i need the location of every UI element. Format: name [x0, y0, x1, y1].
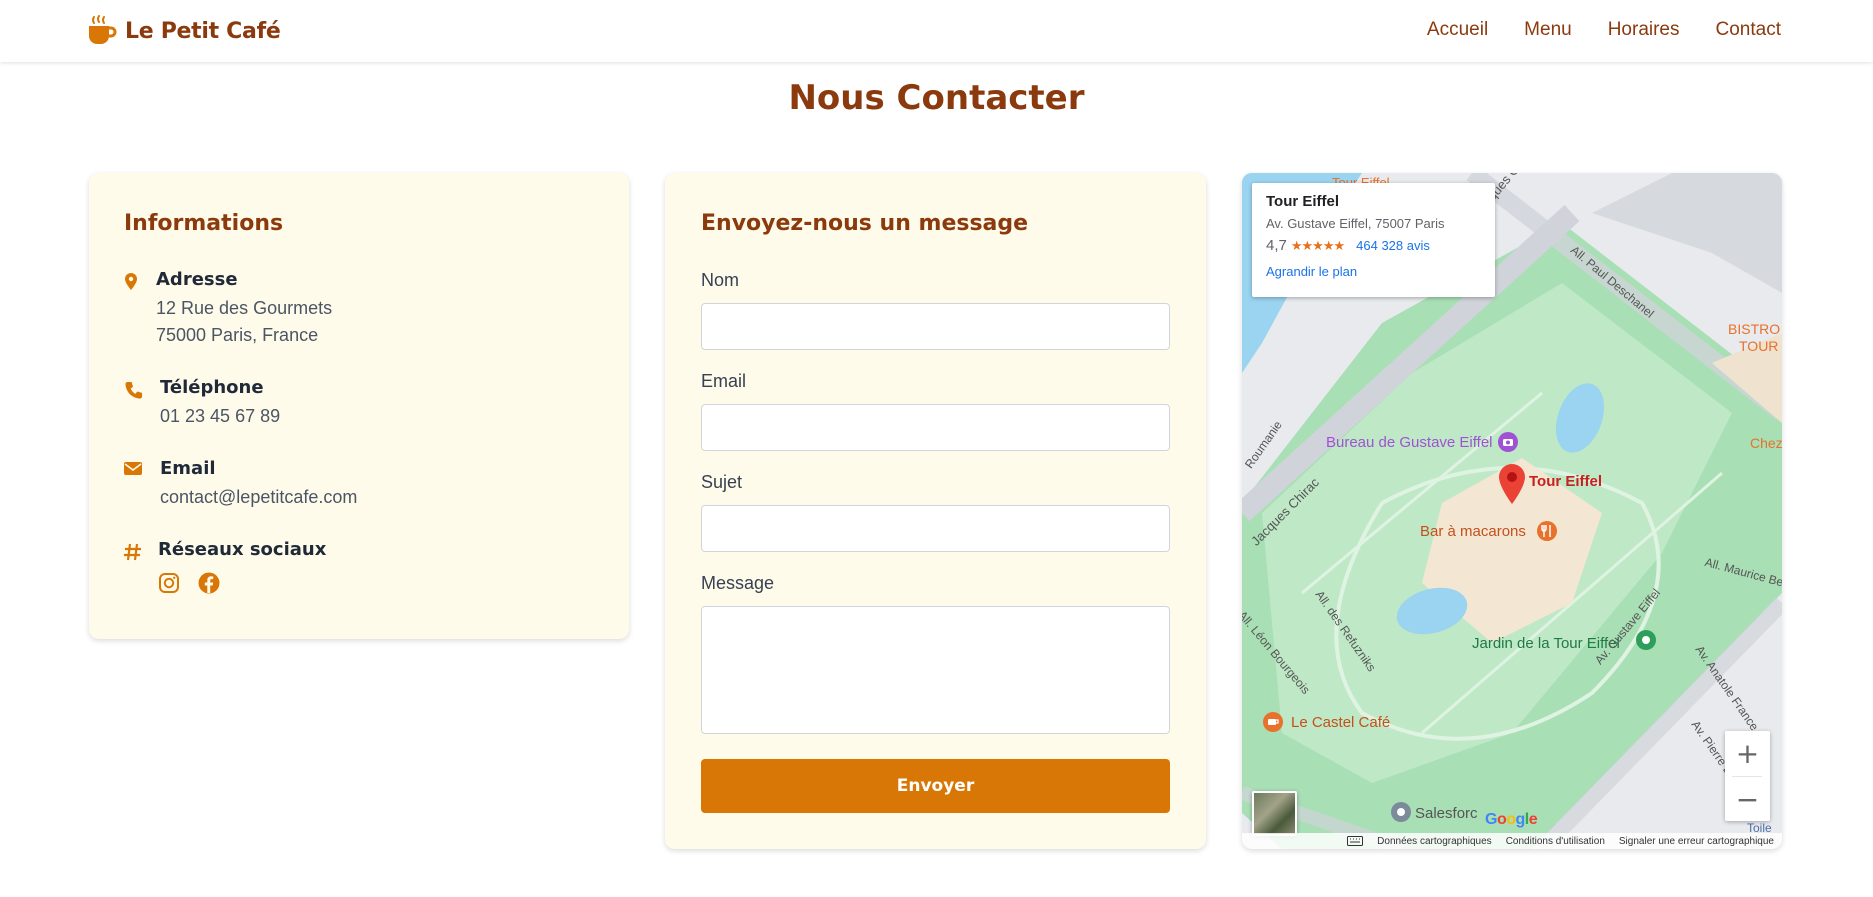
social-body: Réseaux sociaux	[158, 539, 326, 594]
social-links	[158, 572, 326, 594]
tour-eiffel-marker-icon[interactable]	[1497, 463, 1527, 505]
phone-label: Téléphone	[160, 377, 264, 398]
email-input[interactable]	[701, 404, 1170, 451]
message-label: Message	[701, 573, 775, 593]
google-logo: Google	[1485, 811, 1538, 828]
email-item: Email contact@lepetitcafe.com	[124, 458, 357, 511]
address-line2: 75000 Paris, France	[156, 325, 319, 345]
brand-name: Le Petit Café	[125, 18, 281, 44]
place-rating-row: 4,7 ★★★★★ 464 328 avis	[1266, 237, 1481, 254]
place-address: Av. Gustave Eiffel, 75007 Paris	[1266, 216, 1445, 231]
contact-form-card: Envoyez-nous un message Nom Email Sujet …	[665, 173, 1206, 849]
map-label-bureau: Bureau de Gustave Eiffel	[1326, 434, 1493, 451]
address-line1: 12 Rue des Gourmets	[156, 298, 333, 318]
email-label: Email	[701, 371, 747, 391]
email-label: Email	[160, 458, 216, 479]
map-label-bar: Bar à macarons	[1420, 523, 1526, 540]
enlarge-map-link[interactable]: Agrandir le plan	[1266, 264, 1481, 279]
place-info-box: Tour Eiffel Av. Gustave Eiffel, 75007 Pa…	[1252, 183, 1495, 297]
nav-contact[interactable]: Contact	[1716, 19, 1781, 41]
camera-poi-icon[interactable]	[1497, 431, 1519, 453]
hashtag-icon	[124, 543, 141, 561]
brand[interactable]: Le Petit Café	[87, 15, 281, 47]
name-input[interactable]	[701, 303, 1170, 350]
map-layer-toggle[interactable]	[1252, 791, 1297, 836]
name-label: Nom	[701, 270, 740, 290]
park-poi-icon[interactable]	[1635, 629, 1657, 651]
map-label-salesforce: Salesforc	[1415, 805, 1478, 822]
email-body: Email contact@lepetitcafe.com	[160, 458, 357, 511]
main-nav: Accueil Menu Horaires Contact	[1427, 19, 1781, 41]
zoom-in-button[interactable]: +	[1725, 731, 1770, 776]
map-footer: Données cartographiques Conditions d'uti…	[1242, 833, 1782, 849]
phone-item: Téléphone 01 23 45 67 89	[124, 377, 280, 430]
envelope-icon	[124, 462, 142, 475]
map-pin-icon	[125, 273, 137, 290]
subject-label: Sujet	[701, 472, 743, 492]
terms-link[interactable]: Conditions d'utilisation	[1506, 836, 1605, 847]
cafe-poi-icon[interactable]	[1262, 711, 1284, 733]
nav-menu[interactable]: Menu	[1524, 19, 1572, 41]
restaurant-poi-icon[interactable]	[1536, 520, 1558, 542]
map-label-chez: Chez	[1750, 435, 1782, 451]
place-name: Tour Eiffel	[1266, 193, 1340, 210]
rating-stars-icon: ★★★★★	[1290, 237, 1345, 253]
subject-input[interactable]	[701, 505, 1170, 552]
coffee-cup-icon	[89, 15, 117, 44]
report-error-link[interactable]: Signaler une erreur cartographique	[1619, 836, 1774, 847]
navbar: Le Petit Café Accueil Menu Horaires Cont…	[0, 0, 1873, 62]
map-embed[interactable]: Tour Eiffel Bureau de Gustave Eiffel Bar…	[1242, 173, 1782, 849]
place-poi-icon[interactable]	[1390, 801, 1412, 823]
reviews-link[interactable]: 464 328 avis	[1356, 238, 1430, 253]
address-item: Adresse 12 Rue des Gourmets 75000 Paris,…	[124, 269, 332, 349]
keyboard-icon[interactable]	[1347, 836, 1364, 846]
instagram-icon[interactable]	[158, 572, 180, 594]
map-data-link[interactable]: Données cartographiques	[1377, 836, 1492, 847]
address-label: Adresse	[156, 269, 238, 290]
zoom-out-button[interactable]: −	[1725, 777, 1770, 822]
message-textarea[interactable]	[701, 606, 1170, 734]
facebook-icon[interactable]	[198, 572, 220, 594]
phone-value[interactable]: 01 23 45 67 89	[160, 403, 280, 430]
nav-horaires[interactable]: Horaires	[1608, 19, 1680, 41]
social-label: Réseaux sociaux	[158, 539, 327, 560]
page-title: Nous Contacter	[788, 78, 1085, 118]
map-label-bistro1: BISTRO	[1728, 321, 1781, 337]
info-card: Informations Adresse 12 Rue des Gourmets…	[89, 173, 629, 639]
phone-icon	[125, 381, 143, 399]
form-heading: Envoyez-nous un message	[701, 211, 1029, 236]
submit-button[interactable]: Envoyer	[701, 759, 1170, 813]
email-value[interactable]: contact@lepetitcafe.com	[160, 484, 357, 511]
map-label-castel: Le Castel Café	[1291, 714, 1391, 731]
map-label-tour: Tour Eiffel	[1529, 473, 1603, 490]
place-rating: 4,7	[1266, 237, 1287, 254]
address-body: Adresse 12 Rue des Gourmets 75000 Paris,…	[156, 269, 332, 349]
phone-body: Téléphone 01 23 45 67 89	[160, 377, 280, 430]
nav-accueil[interactable]: Accueil	[1427, 19, 1488, 41]
social-item: Réseaux sociaux	[124, 539, 326, 594]
map-label-bistro2: TOUR	[1739, 338, 1779, 354]
zoom-controls: + −	[1725, 731, 1770, 821]
info-heading: Informations	[124, 211, 284, 236]
